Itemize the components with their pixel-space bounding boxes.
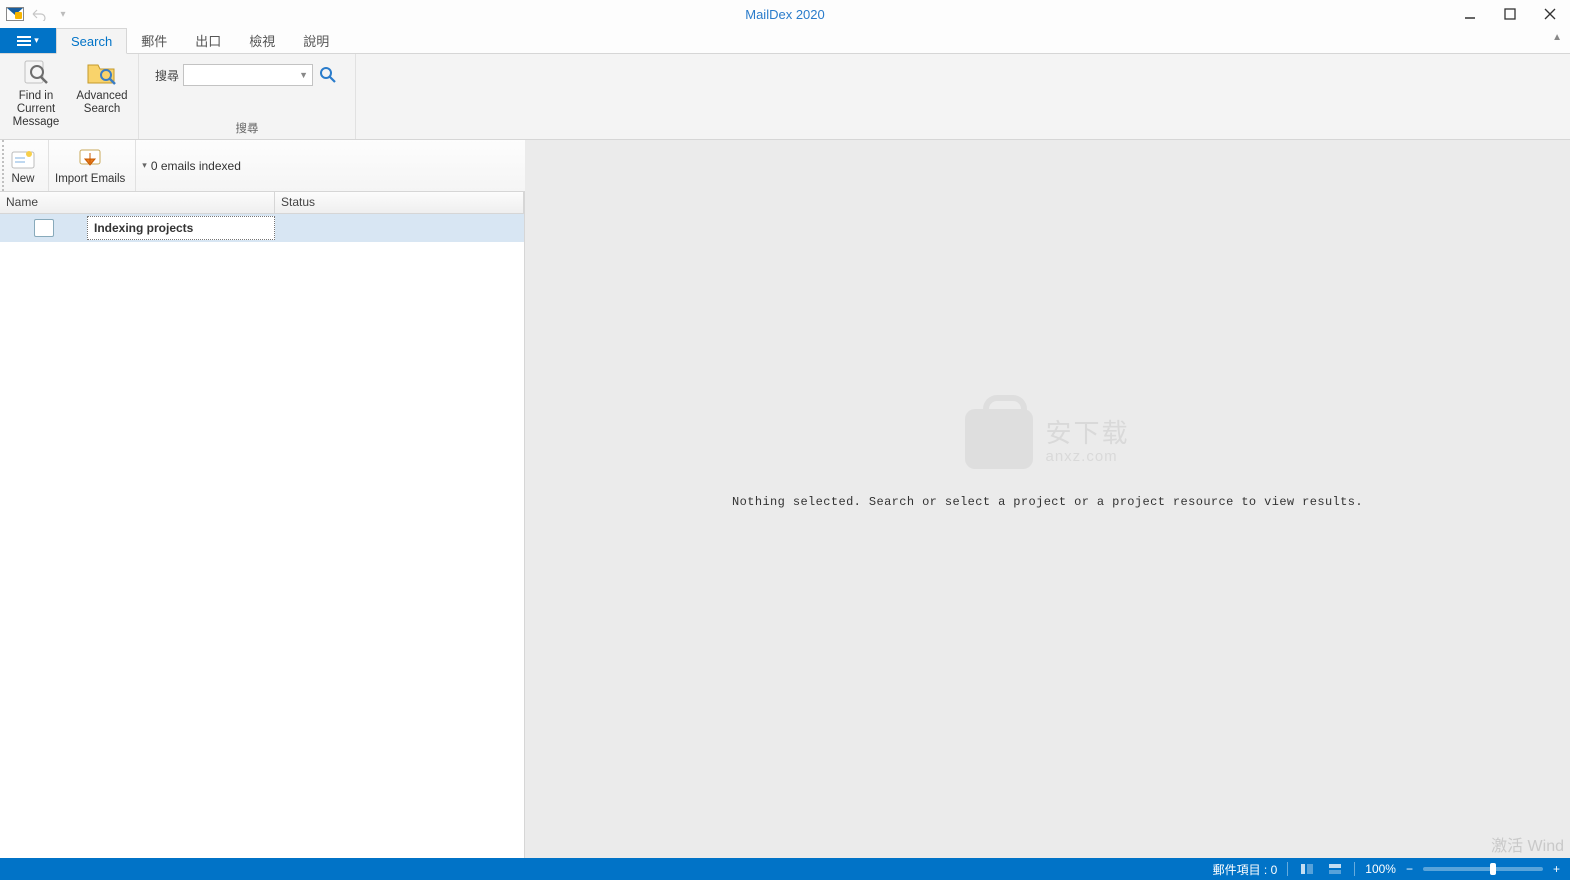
import-emails-button[interactable]: Import Emails xyxy=(49,140,136,191)
tab-mail[interactable]: 郵件 xyxy=(127,28,181,53)
ribbon-body: Find in Current Message Advanced Search … xyxy=(0,54,1570,140)
new-project-icon xyxy=(8,147,38,171)
file-tab[interactable]: ▾ xyxy=(0,28,56,53)
find-in-current-button[interactable]: Find in Current Message xyxy=(6,56,66,132)
table-row[interactable]: Indexing projects xyxy=(0,214,524,242)
title-bar: ▾ MailDex 2020 xyxy=(0,0,1570,28)
ribbon-collapse-button[interactable]: ▲ xyxy=(1552,32,1562,43)
project-icon xyxy=(34,219,54,237)
search-field-label: 搜尋 xyxy=(155,67,179,84)
status-mail-count: 郵件項目 : 0 xyxy=(1213,861,1278,878)
zoom-out-button[interactable]: − xyxy=(1406,862,1413,876)
folder-search-icon xyxy=(86,58,118,88)
chevron-down-icon: ▼ xyxy=(299,70,308,80)
zoom-in-button[interactable]: + xyxy=(1553,862,1560,876)
cell-name[interactable]: Indexing projects xyxy=(87,216,275,240)
import-icon xyxy=(75,147,105,171)
divider xyxy=(1354,862,1355,876)
search-combobox[interactable]: ▼ xyxy=(183,64,313,86)
advanced-search-button[interactable]: Advanced Search xyxy=(72,56,132,132)
magnifier-page-icon xyxy=(20,58,52,88)
ribbon-tabs: ▾ Search 郵件 出口 檢視 說明 ▲ xyxy=(0,28,1570,54)
project-toolbar: New Import Emails ▾ 0 emails indexed xyxy=(0,140,525,192)
maximize-button[interactable] xyxy=(1490,0,1530,28)
minimize-button[interactable] xyxy=(1450,0,1490,28)
import-label: Import Emails xyxy=(55,173,125,185)
tab-help[interactable]: 說明 xyxy=(289,28,343,53)
status-bar: 郵件項目 : 0 100% − + xyxy=(0,858,1570,880)
zoom-percent[interactable]: 100% xyxy=(1365,862,1396,876)
ribbon-group-label: 搜尋 xyxy=(145,120,349,137)
qat-customize-icon[interactable]: ▾ xyxy=(54,6,72,22)
tab-export[interactable]: 出口 xyxy=(181,28,235,53)
close-button[interactable] xyxy=(1530,0,1570,28)
tab-search[interactable]: Search xyxy=(56,28,127,54)
file-menu-icon xyxy=(17,35,31,47)
search-go-button[interactable] xyxy=(317,64,339,86)
indexed-status[interactable]: ▾ 0 emails indexed xyxy=(136,159,241,173)
watermark-sub: anxz.com xyxy=(1045,448,1129,465)
new-label: New xyxy=(8,173,38,185)
left-panel: New Import Emails ▾ 0 emails indexed Nam… xyxy=(0,140,525,858)
placeholder-message: Nothing selected. Search or select a pro… xyxy=(732,495,1363,509)
divider xyxy=(1287,862,1288,876)
tab-view[interactable]: 檢視 xyxy=(235,28,289,53)
zoom-slider[interactable] xyxy=(1423,867,1543,871)
new-project-button[interactable]: New xyxy=(2,140,49,191)
window-title: MailDex 2020 xyxy=(745,7,825,22)
search-icon xyxy=(319,66,337,84)
view-mode-1-button[interactable] xyxy=(1298,861,1316,877)
find-label: Find in Current Message xyxy=(8,90,64,130)
column-header-name[interactable]: Name xyxy=(0,192,275,213)
adv-label: Advanced Search xyxy=(74,90,130,116)
bag-icon xyxy=(965,409,1033,469)
indexed-count-label: 0 emails indexed xyxy=(151,159,241,173)
chevron-down-icon: ▾ xyxy=(142,160,147,171)
grid-header: Name Status xyxy=(0,192,524,214)
watermark: 安下载 anxz.com xyxy=(965,409,1129,469)
qat-undo-icon[interactable] xyxy=(30,6,48,22)
grid-body[interactable]: Indexing projects xyxy=(0,214,524,858)
preview-panel: 安下载 anxz.com Nothing selected. Search or… xyxy=(525,140,1570,858)
view-mode-2-button[interactable] xyxy=(1326,861,1344,877)
column-header-status[interactable]: Status xyxy=(275,192,524,213)
watermark-text: 安下载 xyxy=(1045,413,1129,450)
app-icon xyxy=(6,7,24,21)
